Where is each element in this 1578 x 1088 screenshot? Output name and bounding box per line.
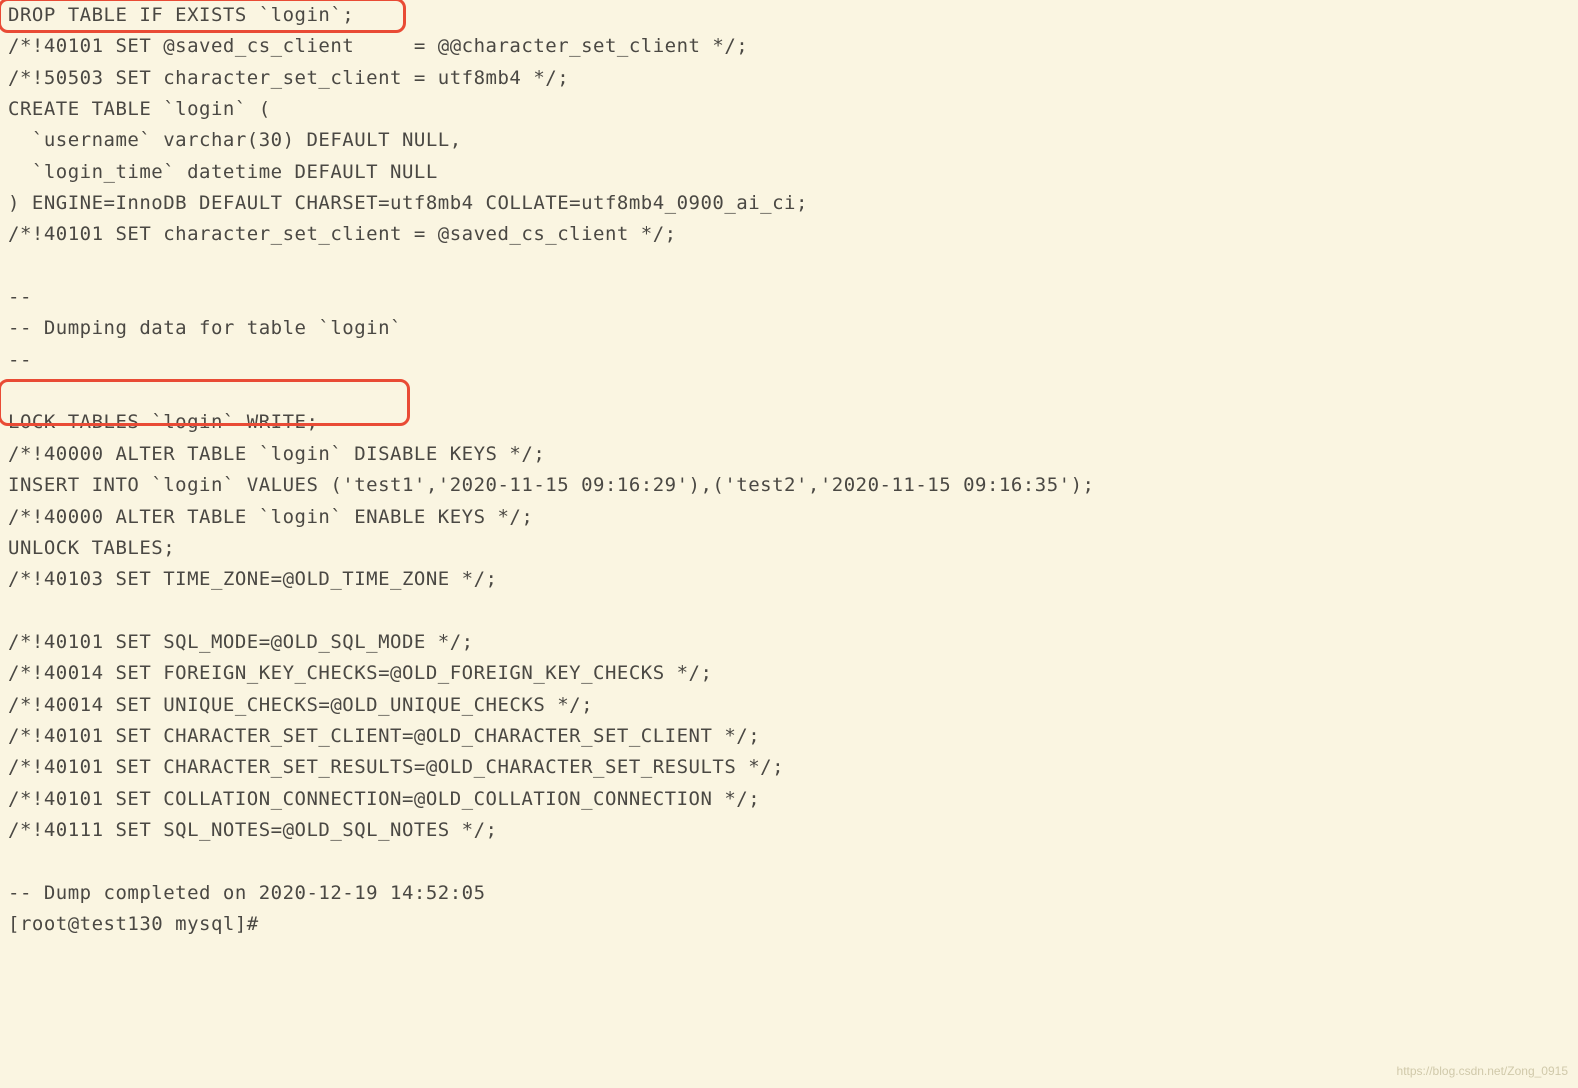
code-line: /*!50503 SET character_set_client = utf8… <box>8 67 569 89</box>
code-line: `login_time` datetime DEFAULT NULL <box>8 161 438 183</box>
code-line: -- <box>8 286 32 308</box>
code-line: /*!40101 SET character_set_client = @sav… <box>8 223 677 245</box>
code-line: /*!40101 SET SQL_MODE=@OLD_SQL_MODE */; <box>8 631 474 653</box>
code-line: -- Dump completed on 2020-12-19 14:52:05 <box>8 882 486 904</box>
watermark-text: https://blog.csdn.net/Zong_0915 <box>1397 1062 1568 1082</box>
code-line: /*!40103 SET TIME_ZONE=@OLD_TIME_ZONE */… <box>8 568 498 590</box>
code-line: UNLOCK TABLES; <box>8 537 175 559</box>
code-line: /*!40000 ALTER TABLE `login` ENABLE KEYS… <box>8 506 533 528</box>
shell-prompt: [root@test130 mysql]# <box>8 913 259 935</box>
code-line: ) ENGINE=InnoDB DEFAULT CHARSET=utf8mb4 … <box>8 192 808 214</box>
code-line: /*!40101 SET CHARACTER_SET_CLIENT=@OLD_C… <box>8 725 760 747</box>
code-line: -- Dumping data for table `login` <box>8 317 402 339</box>
code-line: `username` varchar(30) DEFAULT NULL, <box>8 129 462 151</box>
code-line: /*!40014 SET UNIQUE_CHECKS=@OLD_UNIQUE_C… <box>8 694 593 716</box>
code-line: DROP TABLE IF EXISTS `login`; <box>8 4 354 26</box>
sql-dump-output: DROP TABLE IF EXISTS `login`; /*!40101 S… <box>8 0 1578 940</box>
code-line: /*!40000 ALTER TABLE `login` DISABLE KEY… <box>8 443 545 465</box>
code-line: /*!40101 SET COLLATION_CONNECTION=@OLD_C… <box>8 788 760 810</box>
code-line: INSERT INTO `login` VALUES ('test1','202… <box>8 474 1094 496</box>
code-line: LOCK TABLES `login` WRITE; <box>8 411 318 433</box>
code-line: -- <box>8 349 32 371</box>
code-line: /*!40101 SET CHARACTER_SET_RESULTS=@OLD_… <box>8 756 784 778</box>
code-line: /*!40111 SET SQL_NOTES=@OLD_SQL_NOTES */… <box>8 819 498 841</box>
code-line: CREATE TABLE `login` ( <box>8 98 271 120</box>
code-line: /*!40101 SET @saved_cs_client = @@charac… <box>8 35 748 57</box>
code-line: /*!40014 SET FOREIGN_KEY_CHECKS=@OLD_FOR… <box>8 662 712 684</box>
